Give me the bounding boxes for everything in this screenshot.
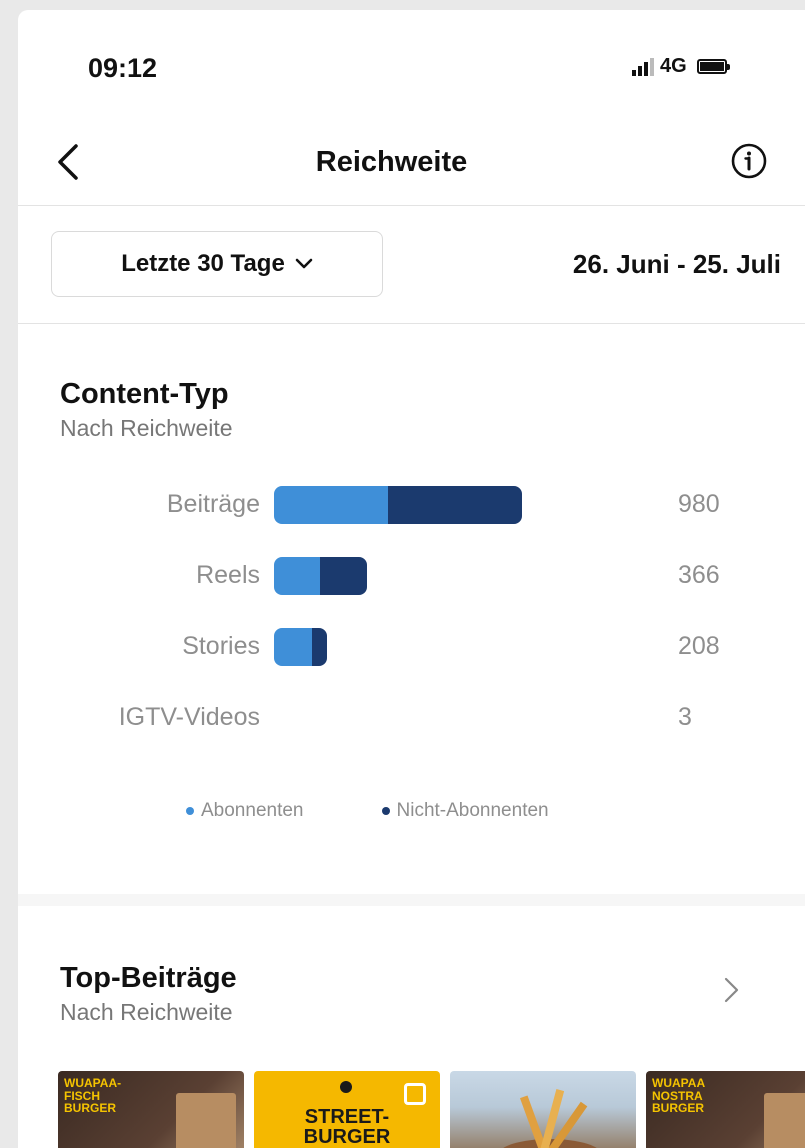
thumbnail-caption: WUAPAA NOSTRA BURGER (652, 1076, 706, 1116)
legend-label: Nicht-Abonnenten (396, 800, 549, 821)
top-posts-section[interactable]: Top-Beiträge Nach Reichweite WUAPAA- FIS… (18, 906, 805, 1148)
page-title: Reichweite (315, 146, 468, 178)
chevron-down-icon (295, 258, 313, 269)
section-title: Content-Typ (60, 378, 229, 410)
signal-icon (632, 57, 654, 76)
bar-category-label: IGTV-Videos (118, 703, 260, 731)
bar-category-label: Reels (196, 561, 260, 589)
stacked-bar (274, 486, 522, 524)
status-indicators: 4G (632, 55, 730, 78)
post-thumbnail[interactable] (450, 1071, 636, 1148)
info-icon[interactable] (730, 142, 768, 180)
paper-bag-image (764, 1093, 805, 1148)
bar-row: Beiträge 980 (18, 484, 805, 524)
bar-value-label: 980 (678, 490, 720, 518)
bar-row: IGTV-Videos 3 (18, 697, 805, 737)
section-subtitle: Nach Reichweite (60, 999, 233, 1025)
battery-icon (696, 59, 730, 74)
filter-row: Letzte 30 Tage 26. Juni - 25. Juli (18, 206, 805, 324)
legend-dot (186, 807, 194, 815)
bar-segment-followers (274, 486, 388, 524)
stacked-bar (274, 628, 327, 666)
bar-category-label: Beiträge (166, 490, 260, 518)
bar-segment-followers (274, 557, 320, 595)
post-thumbnail[interactable]: WUAPAA- FISCH BURGER (58, 1071, 244, 1148)
bar-segment-non-followers (387, 486, 522, 524)
status-bar: 09:12 4G (18, 10, 805, 120)
stacked-bar (274, 557, 367, 595)
bar-row: Stories 208 (18, 626, 805, 666)
date-range-dropdown-label: Letzte 30 Tage (121, 250, 285, 277)
section-title: Top-Beiträge (60, 962, 237, 994)
section-divider (18, 894, 805, 906)
bar-category-label: Stories (182, 632, 260, 660)
legend-dot (381, 807, 390, 815)
date-range-text: 26. Juni - 25. Juli (572, 249, 781, 279)
bar-value-label: 366 (678, 561, 720, 589)
carousel-icon (404, 1083, 426, 1105)
phone-screen: 09:12 4G Reichweite Letzte 30 Tage 26. J… (18, 10, 805, 1148)
post-thumbnail[interactable]: WUAPAA NOSTRA BURGER (646, 1071, 805, 1148)
thumbnail-caption: WUAPAA- FISCH BURGER (64, 1076, 122, 1116)
date-range-dropdown[interactable]: Letzte 30 Tage (51, 231, 383, 297)
chevron-right-icon[interactable] (723, 976, 741, 1004)
bar-row: Reels 366 (18, 555, 805, 595)
paper-bag-image (176, 1093, 236, 1148)
legend-item-non-followers: Nicht-Abonnenten (381, 800, 549, 822)
bar-value-label: 208 (678, 632, 720, 660)
bar-segment-non-followers (319, 557, 367, 595)
logo-mark (340, 1081, 352, 1093)
chart-legend: Abonnenten Nicht-Abonnenten (18, 800, 805, 822)
section-subtitle: Nach Reichweite (60, 415, 233, 441)
fries-image (503, 1089, 597, 1148)
network-type: 4G (660, 55, 687, 77)
bar-segment-non-followers (311, 628, 327, 666)
nav-header: Reichweite (18, 120, 805, 206)
bar-value-label: 3 (678, 703, 692, 731)
bar-segment-followers (274, 628, 312, 666)
top-posts-thumbnails: WUAPAA- FISCH BURGER STREET- BURGER WUAP… (58, 1071, 805, 1148)
content-type-section: Content-Typ Nach Reichweite Beiträge 980 R… (18, 324, 805, 894)
thumbnail-caption: STREET- BURGER (303, 1106, 391, 1148)
legend-label: Abonnenten (201, 800, 304, 821)
post-thumbnail[interactable]: STREET- BURGER (254, 1071, 440, 1148)
legend-item-followers: Abonnenten (186, 800, 304, 822)
status-time: 09:12 (88, 53, 158, 83)
